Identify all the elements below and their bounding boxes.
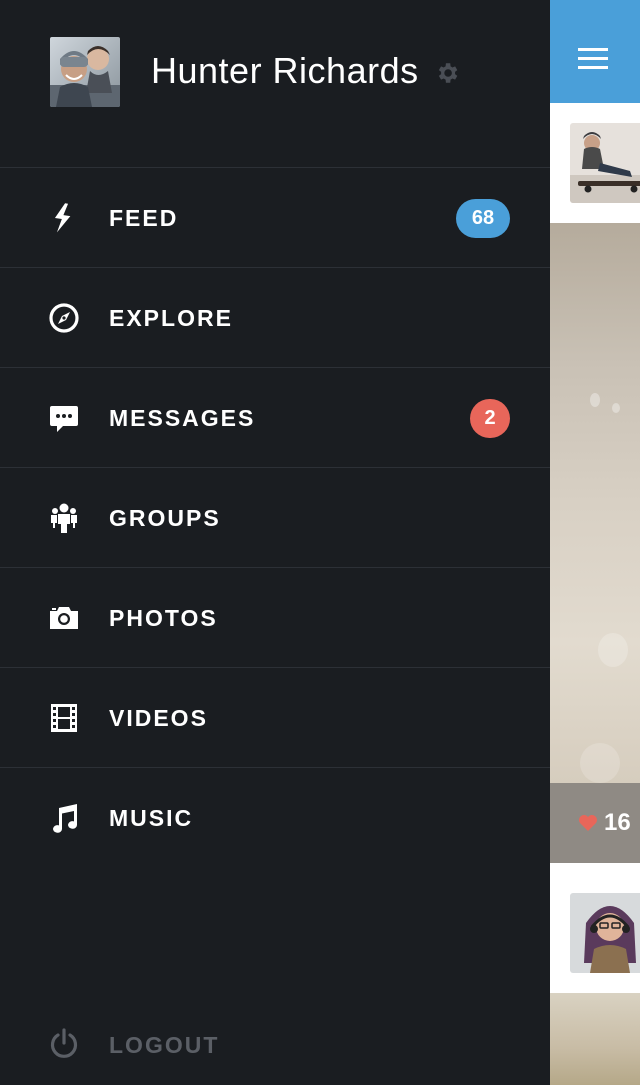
heart-icon[interactable] (578, 814, 598, 832)
power-icon (48, 1028, 80, 1060)
menu-item-feed[interactable]: FEED 68 (0, 168, 550, 268)
logout-button[interactable]: LOGOUT (0, 1004, 550, 1085)
user-name: Hunter Richards (151, 50, 419, 91)
main-content-peek: 16 (550, 0, 640, 1085)
menu-item-videos[interactable]: VIDEOS (0, 668, 550, 768)
like-bar: 16 (550, 783, 640, 863)
top-app-bar (550, 0, 640, 103)
lightning-icon (48, 202, 80, 234)
post-thumbnail[interactable] (570, 123, 640, 203)
like-count: 16 (604, 809, 631, 836)
feed-count-badge: 68 (456, 199, 510, 238)
menu-item-explore[interactable]: EXPLORE (0, 268, 550, 368)
compass-icon (48, 302, 80, 334)
people-icon (48, 502, 80, 534)
menu-item-messages[interactable]: MESSAGES 2 (0, 368, 550, 468)
menu-item-photos[interactable]: PHOTOS (0, 568, 550, 668)
navigation-drawer: Hunter Richards FEED 68 EXPLORE MESSAGES… (0, 0, 550, 1085)
menu-label-photos: PHOTOS (109, 605, 218, 631)
main-menu: FEED 68 EXPLORE MESSAGES 2 GROUPS PHOTOS… (0, 168, 550, 867)
menu-label-groups: GROUPS (109, 505, 221, 531)
menu-label-videos: VIDEOS (109, 705, 208, 731)
chat-bubble-icon (48, 402, 80, 434)
hamburger-icon[interactable] (578, 48, 610, 72)
app-window: Hunter Richards FEED 68 EXPLORE MESSAGES… (0, 0, 640, 1085)
music-note-icon (48, 802, 80, 834)
skateboarder-photo (570, 123, 640, 203)
menu-label-feed: FEED (109, 205, 179, 231)
avatar[interactable] (50, 37, 120, 107)
woman-with-headphones-photo (570, 893, 640, 973)
feed-photo[interactable] (550, 223, 640, 783)
menu-label-messages: MESSAGES (109, 405, 256, 431)
menu-label-explore: EXPLORE (109, 305, 233, 331)
messages-count-badge: 2 (470, 399, 510, 438)
camera-icon (48, 602, 80, 634)
gear-icon[interactable] (434, 60, 460, 86)
profile-header: Hunter Richards (0, 0, 550, 168)
feed-photo[interactable] (550, 993, 640, 1085)
post-thumbnail[interactable] (570, 893, 640, 973)
user-avatar-photo (50, 37, 120, 107)
menu-item-music[interactable]: MUSIC (0, 768, 550, 867)
menu-label-music: MUSIC (109, 805, 194, 831)
menu-item-groups[interactable]: GROUPS (0, 468, 550, 568)
logout-label: LOGOUT (109, 1032, 220, 1058)
film-icon (48, 702, 80, 734)
